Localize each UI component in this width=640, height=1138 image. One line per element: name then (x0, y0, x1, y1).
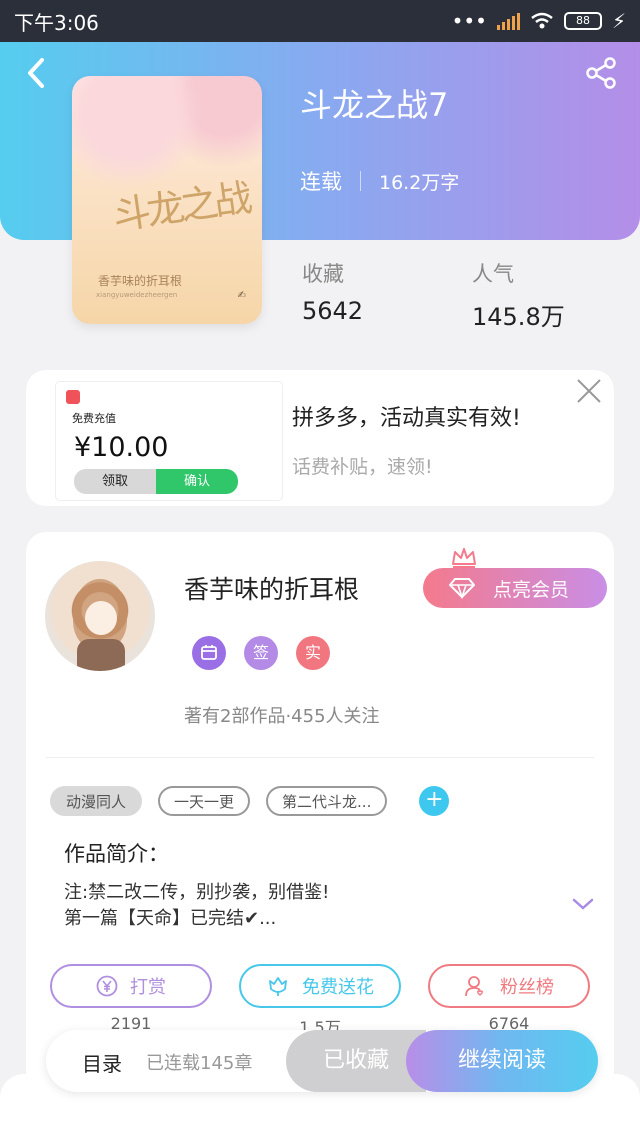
favorites-label: 收藏 (302, 262, 344, 286)
status-time: 下午3:06 (14, 10, 99, 35)
continue-reading-button[interactable]: 继续阅读 (406, 1030, 598, 1092)
word-count: 16.2万字 (379, 171, 460, 194)
ad-image-amount: ¥10.00 (74, 432, 169, 463)
chevron-down-icon[interactable] (572, 896, 594, 912)
status-bar: 下午3:06 ••• 88 ⚡ (0, 0, 640, 42)
close-icon[interactable] (576, 378, 602, 404)
signal-icon (496, 12, 520, 30)
author-avatar[interactable] (45, 561, 155, 671)
battery-icon: 88 (563, 12, 602, 30)
popularity-count: 145.8万 (472, 303, 565, 331)
cover-author: 香芋味的折耳根 (98, 274, 183, 288)
send-flower-button[interactable]: 免费送花 (239, 964, 401, 1008)
book-title: 斗龙之战7 (300, 86, 449, 124)
tag-item[interactable]: 动漫同人 (50, 786, 143, 816)
signed-badge: 签 (244, 636, 278, 670)
fan-list-icon (465, 976, 484, 997)
meta-divider (360, 171, 361, 191)
cover-title: 斗龙之战 (110, 175, 251, 239)
divider (46, 757, 594, 758)
ad-logo-icon (66, 390, 80, 404)
intro-line: 第一篇【天命】已完结✔... (64, 908, 277, 929)
add-tag-button[interactable]: + (419, 786, 450, 816)
status-icons: ••• 88 ⚡ (452, 9, 626, 33)
verified-badge: 实 (296, 636, 330, 670)
author-card: 香芋味的折耳根 点亮会员 签 实 著有2部作品·455人关注 动漫同人 一天一更… (26, 532, 614, 1092)
share-icon[interactable] (584, 56, 618, 90)
vip-button[interactable]: 点亮会员 (423, 568, 607, 608)
favorites-count: 5642 (302, 297, 364, 325)
collected-button[interactable]: 已收藏 (286, 1030, 426, 1092)
fan-list-button[interactable]: 粉丝榜 (428, 964, 590, 1008)
ad-image[interactable]: 免费充值 ¥10.00 领取 确认 (56, 382, 282, 500)
book-meta: 连载 16.2万字 (300, 166, 459, 196)
serial-status: 连载 (300, 170, 342, 194)
ad-card[interactable]: 免费充值 ¥10.00 领取 确认 拼多多，活动真实有效! 话费补贴，速领! (26, 370, 614, 506)
diamond-icon (449, 578, 475, 599)
bottom-action-bar: 目录 已连载145章 已收藏 继续阅读 (46, 1030, 598, 1092)
intro-text: 注:禁二改二传，别抄袭，别借鉴! 第一篇【天命】已完结✔... (64, 880, 329, 932)
flower-icon (269, 977, 287, 996)
tip-button[interactable]: 打赏 (50, 964, 212, 1008)
ad-image-title: 免费充值 (72, 412, 116, 425)
author-badges: 签 实 (192, 636, 330, 670)
tag-item[interactable]: 一天一更 (158, 786, 251, 816)
tag-item[interactable]: 第二代斗龙... (266, 786, 388, 816)
book-cover[interactable]: 斗龙之战 香芋味的折耳根 xiangyuweidezheergen ✍ (72, 76, 262, 324)
ad-confirm-button: 确认 (156, 469, 238, 494)
ad-subtitle: 话费补贴，速领! (292, 456, 433, 478)
calendar-badge-icon (192, 636, 226, 670)
send-flower-label: 免费送花 (302, 977, 374, 998)
tip-label: 打赏 (130, 977, 166, 998)
ad-title[interactable]: 拼多多，活动真实有效! (292, 400, 521, 432)
cover-pinyin: xiangyuweidezheergen (96, 291, 178, 299)
crown-icon (452, 548, 476, 568)
vip-label: 点亮会员 (493, 578, 570, 601)
more-dots-icon: ••• (451, 9, 487, 33)
author-follow-info: 著有2部作品·455人关注 (184, 706, 380, 727)
avatar-face (85, 601, 117, 635)
cover-signature: ✍ (237, 290, 246, 301)
popularity-label: 人气 (472, 262, 514, 286)
fan-list-label: 粉丝榜 (500, 977, 554, 998)
tag-list: 动漫同人 一天一更 第二代斗龙... + (50, 786, 450, 816)
chapter-count[interactable]: 已连载145章 (146, 1049, 252, 1075)
intro-line: 注:禁二改二传，别抄袭，别借鉴! (64, 882, 330, 903)
back-icon[interactable] (22, 56, 52, 90)
avatar-body (77, 639, 125, 671)
wifi-icon (531, 12, 553, 29)
charging-icon: ⚡ (611, 9, 626, 33)
action-buttons: 打赏 免费送花 粉丝榜 (50, 964, 590, 1008)
toc-button[interactable]: 目录 (82, 1048, 122, 1077)
yen-icon (96, 975, 118, 997)
author-name[interactable]: 香芋味的折耳根 (184, 570, 359, 606)
ad-claim-button: 领取 (74, 469, 156, 494)
intro-heading: 作品简介： (64, 842, 169, 866)
